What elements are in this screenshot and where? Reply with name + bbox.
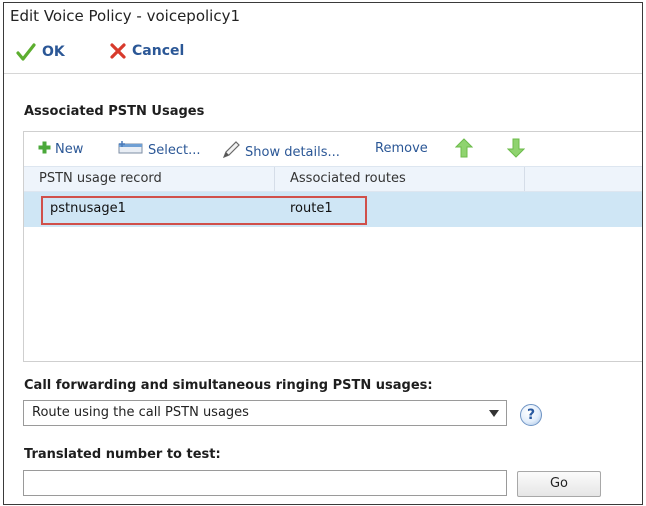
- translated-number-input[interactable]: [23, 470, 507, 496]
- x-icon: [110, 43, 126, 59]
- cancel-label: Cancel: [132, 43, 185, 59]
- pstn-usages-grid: New Select... Show details... Remove PST…: [23, 131, 642, 362]
- go-button[interactable]: Go: [517, 471, 601, 497]
- remove-button[interactable]: Remove: [375, 141, 428, 156]
- column-header-routes[interactable]: Associated routes: [275, 167, 525, 191]
- translated-number-label: Translated number to test:: [24, 447, 221, 462]
- ok-button[interactable]: OK: [16, 43, 65, 61]
- ok-label: OK: [42, 44, 65, 60]
- move-up-button[interactable]: [454, 138, 474, 162]
- window-title: Edit Voice Policy - voicepolicy1: [10, 7, 240, 25]
- column-header-usage[interactable]: PSTN usage record: [24, 167, 275, 191]
- arrow-up-icon: [454, 138, 474, 162]
- arrow-down-icon: [506, 138, 526, 162]
- show-details-button[interactable]: Show details...: [221, 141, 340, 163]
- new-button[interactable]: New: [38, 141, 83, 158]
- chevron-down-icon: [489, 410, 499, 417]
- move-down-button[interactable]: [506, 138, 526, 162]
- select-button[interactable]: Select...: [118, 141, 201, 159]
- dialog-window: Edit Voice Policy - voicepolicy1 OK Canc…: [3, 2, 643, 505]
- cancel-button[interactable]: Cancel: [110, 43, 184, 59]
- call-forwarding-label: Call forwarding and simultaneous ringing…: [24, 378, 433, 393]
- show-details-label: Show details...: [245, 144, 340, 160]
- grid-toolbar: New Select... Show details... Remove: [24, 132, 642, 166]
- plus-icon: [38, 141, 51, 158]
- pstn-usages-heading: Associated PSTN Usages: [24, 104, 205, 119]
- call-forwarding-select[interactable]: Route using the call PSTN usages: [23, 400, 507, 426]
- grid-column-header: PSTN usage record Associated routes: [24, 166, 642, 192]
- checkmark-icon: [16, 43, 36, 61]
- call-forwarding-selected-value: Route using the call PSTN usages: [32, 405, 249, 420]
- new-label: New: [55, 142, 84, 157]
- help-icon[interactable]: ?: [520, 404, 542, 426]
- row-highlight-box: [41, 196, 367, 225]
- select-label: Select...: [148, 142, 201, 158]
- select-list-icon: [118, 141, 144, 159]
- toolbar-divider: [4, 73, 642, 74]
- pencil-icon: [221, 141, 241, 163]
- remove-label: Remove: [375, 141, 428, 156]
